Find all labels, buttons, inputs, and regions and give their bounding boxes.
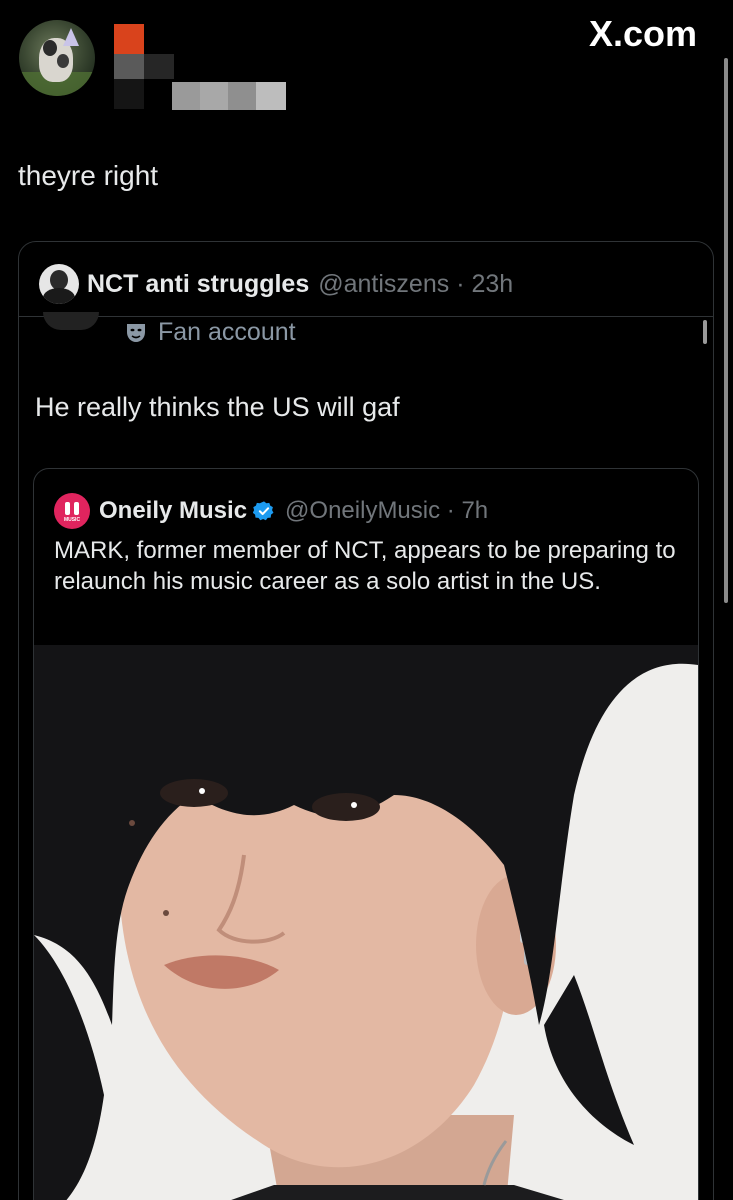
- logo-caption: MUSIC: [63, 517, 81, 523]
- censored-username: [114, 24, 286, 110]
- nested-tweet-header: MUSIC Oneily Music @OneilyMusic · 7h: [54, 493, 488, 529]
- nested-tweet-text: MARK, former member of NCT, appears to b…: [54, 537, 676, 595]
- tweet-text: theyre right: [18, 160, 159, 191]
- nested-author-meta: @OneilyMusic · 7h: [285, 497, 489, 524]
- verified-badge-icon: [253, 501, 274, 521]
- nested-quoted-tweet[interactable]: MUSIC Oneily Music @OneilyMusic · 7h MAR…: [33, 468, 699, 1200]
- quoted-tweet-text: He really thinks the US will gaf: [35, 392, 400, 422]
- quoted-author-avatar[interactable]: [39, 264, 79, 304]
- quoted-tweet-header: NCT anti struggles @antiszens · 23h: [39, 264, 513, 304]
- divider: [19, 316, 713, 317]
- oneily-music-logo[interactable]: MUSIC: [54, 493, 90, 529]
- quoted-tweet[interactable]: NCT anti struggles @antiszens · 23h Fan …: [18, 241, 714, 1200]
- quoted-author-name[interactable]: NCT anti struggles: [87, 270, 309, 299]
- screenshot-page: X.com theyre right NCT anti struggles @a…: [0, 0, 733, 1200]
- fan-account-text: Fan account: [158, 318, 296, 346]
- nested-author-name[interactable]: Oneily Music: [99, 497, 247, 525]
- theater-mask-icon: [127, 323, 145, 342]
- quoted-author-meta: @antiszens · 23h: [318, 269, 514, 298]
- inner-scrollbar[interactable]: [703, 320, 707, 344]
- fan-account-label: Fan account: [124, 318, 296, 347]
- user-avatar[interactable]: [19, 20, 95, 96]
- avatar-peek: [43, 312, 99, 330]
- scrollbar[interactable]: [724, 58, 728, 603]
- site-label: X.com: [588, 13, 697, 54]
- portrait-photo[interactable]: [34, 645, 698, 1200]
